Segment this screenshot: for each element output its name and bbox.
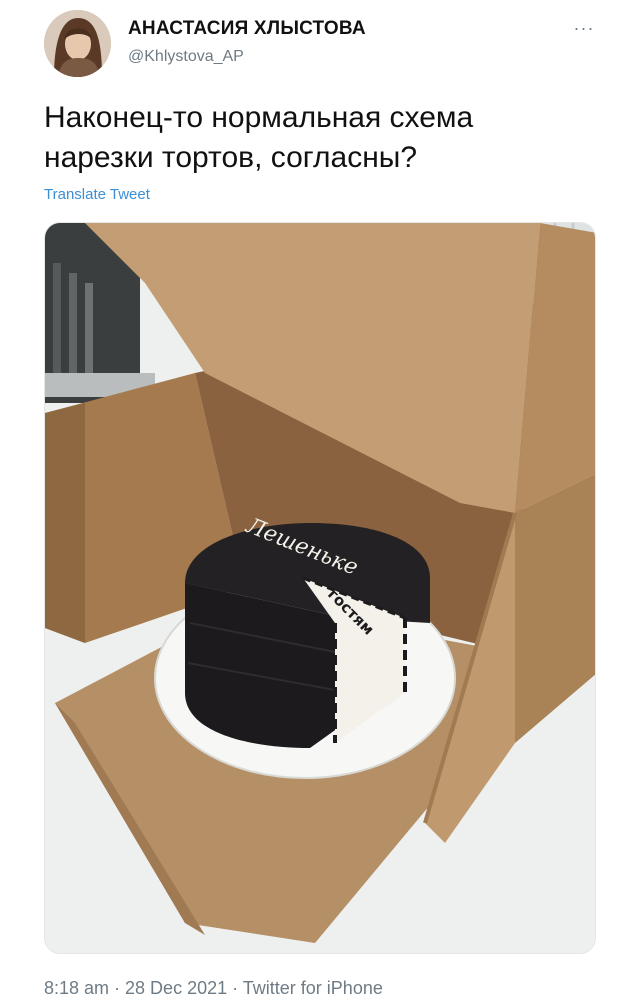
tweet-image[interactable]: Лешеньке гостям <box>44 222 596 954</box>
author-display-name[interactable]: АНАСТАСИЯ ХЛЫСТОВА <box>128 18 366 40</box>
tweet-timestamp[interactable]: 8:18 am · 28 Dec 2021 · Twitter for iPho… <box>44 978 383 999</box>
person-avatar-icon <box>44 10 111 77</box>
author-handle[interactable]: @Khlystova_AP <box>128 48 244 66</box>
tweet-text: Наконец-то нормальная схема нарезки торт… <box>44 101 474 174</box>
avatar[interactable] <box>44 10 111 77</box>
more-options-button[interactable]: ··· <box>570 18 598 38</box>
more-dots-icon: ··· <box>573 17 595 38</box>
cake-in-box-photo: Лешеньке гостям <box>45 223 595 953</box>
translate-tweet-link[interactable]: Translate Tweet <box>44 186 150 203</box>
tweet-card: АНАСТАСИЯ ХЛЫСТОВА @Khlystova_AP ··· Нак… <box>0 0 640 1003</box>
